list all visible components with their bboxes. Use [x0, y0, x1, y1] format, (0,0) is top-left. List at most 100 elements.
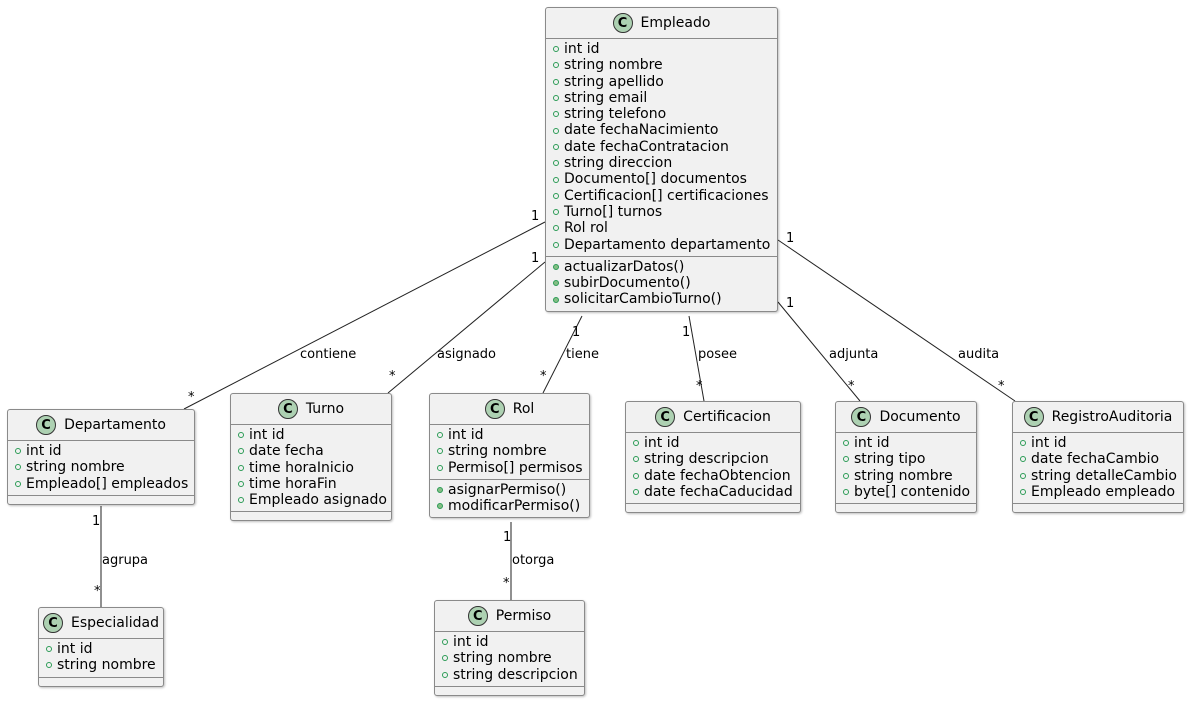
public-field-icon: [15, 480, 21, 487]
public-field-icon: [553, 95, 559, 102]
class-header: C Certificacion: [626, 402, 800, 433]
class-stereotype-icon: C: [655, 407, 676, 427]
public-field-icon: [442, 639, 448, 646]
class-rol[interactable]: C Rol int id string nombre Permiso[] permiso…: [429, 393, 590, 519]
attribute-text: string nombre: [854, 467, 953, 484]
public-method-icon: [553, 264, 559, 270]
method-row: asignarPermiso(): [430, 482, 589, 498]
attributes-section: int id date fechaCambio string detalleCamb…: [1013, 433, 1183, 505]
attribute-text: string telefono: [564, 106, 667, 123]
class-stereotype-icon: C: [1023, 407, 1044, 427]
public-field-icon: [843, 489, 849, 496]
attribute-row: Permiso[] permisos: [430, 460, 589, 476]
public-field-icon: [238, 481, 244, 488]
public-field-icon: [1020, 472, 1026, 479]
public-field-icon: [553, 143, 559, 150]
methods-section-empty: [1013, 504, 1183, 512]
public-field-icon: [553, 192, 559, 199]
attributes-section: int id string descripcion date fechaObtenc…: [626, 433, 800, 505]
mult-posee-to: *: [696, 379, 703, 394]
methods-section-empty: [626, 504, 800, 512]
mult-contiene-from: 1: [531, 209, 540, 224]
public-field-icon: [553, 111, 559, 118]
attribute-row: string descripcion: [435, 667, 584, 683]
class-stereotype-icon: C: [851, 407, 872, 427]
class-especialidad[interactable]: C Especialidad int id string nombre: [38, 607, 164, 687]
attribute-text: string descripcion: [453, 666, 578, 683]
attribute-row: date fechaCambio: [1013, 451, 1183, 467]
attribute-text: Permiso[] permisos: [448, 459, 583, 476]
attribute-text: Documento[] documentos: [564, 171, 747, 188]
class-header: C Empleado: [546, 8, 777, 39]
attribute-text: date fechaObtencion: [644, 467, 791, 484]
attributes-section: int id string nombre Empleado[] empleados: [8, 441, 194, 496]
attribute-text: Certificacion[] certificaciones: [564, 187, 769, 204]
edge-label-otorga: otorga: [512, 553, 555, 568]
mult-adjunta-to: *: [848, 379, 855, 394]
attribute-text: date fechaNacimiento: [564, 122, 719, 139]
attribute-text: Departamento departamento: [564, 236, 771, 253]
class-stereotype-icon: C: [612, 13, 633, 33]
attribute-text: string tipo: [854, 451, 926, 468]
attribute-row: Empleado[] empleados: [8, 476, 194, 492]
class-name: Especialidad: [71, 615, 159, 631]
attribute-text: string nombre: [57, 657, 156, 674]
attribute-text: date fechaCambio: [1031, 451, 1160, 468]
class-empleado[interactable]: C Empleado int id string nombre string apell…: [545, 7, 778, 312]
public-field-icon: [46, 662, 52, 669]
class-certificacion[interactable]: C Certificacion int id string descripcion da…: [625, 401, 801, 514]
attribute-text: int id: [26, 443, 62, 459]
methods-section: asignarPermiso() modificarPermiso(): [430, 480, 589, 518]
mult-tiene-from: 1: [572, 325, 581, 340]
attribute-row: string nombre: [435, 650, 584, 666]
class-name: Departamento: [64, 417, 166, 433]
attribute-text: Empleado asignado: [249, 492, 387, 509]
attribute-row: time horaFin: [231, 476, 391, 492]
attribute-row: Certificacion[] certificaciones: [546, 188, 777, 204]
public-method-icon: [437, 487, 443, 494]
public-field-icon: [553, 225, 559, 232]
class-departamento[interactable]: C Departamento int id string nombre Empleado…: [7, 409, 195, 505]
class-name: Rol: [512, 401, 535, 417]
attribute-text: int id: [564, 41, 600, 57]
attributes-section: int id string nombre string apellido string…: [546, 39, 777, 257]
public-field-icon: [1020, 456, 1026, 463]
attribute-row: Empleado asignado: [231, 492, 391, 508]
attribute-text: int id: [854, 435, 890, 451]
class-documento[interactable]: C Documento int id string tipo string nombre…: [835, 401, 977, 514]
attribute-text: string nombre: [564, 57, 663, 74]
attribute-text: Turno[] turnos: [564, 203, 663, 220]
class-header: C Documento: [836, 402, 976, 433]
edge-label-audita: audita: [958, 347, 1000, 362]
attribute-text: string descripcion: [644, 451, 769, 468]
public-method-icon: [553, 296, 559, 303]
class-name: Turno: [305, 401, 345, 417]
class-registro-auditoria[interactable]: C RegistroAuditoria int id date fechaCambio…: [1012, 401, 1184, 514]
edge-label-asignado: asignado: [437, 347, 497, 362]
attributes-section: int id string nombre string descripcion: [435, 632, 584, 687]
class-turno[interactable]: C Turno int id date fecha time horaInicio tim…: [230, 393, 392, 522]
attribute-text: string nombre: [453, 650, 552, 667]
public-field-icon: [442, 655, 448, 662]
attribute-text: date fechaCaducidad: [644, 483, 793, 500]
mult-otorga-from: 1: [503, 530, 512, 545]
public-field-icon: [437, 464, 443, 471]
public-field-icon: [633, 472, 639, 479]
attribute-row: string nombre: [8, 459, 194, 475]
public-field-icon: [553, 209, 559, 216]
method-text: solicitarCambioTurno(): [564, 291, 722, 308]
public-field-icon: [238, 432, 244, 439]
class-permiso[interactable]: C Permiso int id string nombre string descri…: [434, 600, 585, 696]
attribute-text: Empleado[] empleados: [26, 475, 189, 492]
attribute-row: int id: [231, 427, 391, 443]
public-field-icon: [1020, 489, 1026, 496]
public-field-icon: [633, 489, 639, 496]
methods-section-empty: [8, 496, 194, 504]
attribute-row: Rol rol: [546, 220, 777, 236]
class-stereotype-icon: C: [43, 613, 64, 633]
attribute-row: date fechaContratacion: [546, 139, 777, 155]
class-stereotype-icon: C: [467, 606, 488, 626]
method-text: subirDocumento(): [564, 275, 691, 292]
public-field-icon: [1020, 440, 1026, 447]
class-header: C Departamento: [8, 410, 194, 441]
